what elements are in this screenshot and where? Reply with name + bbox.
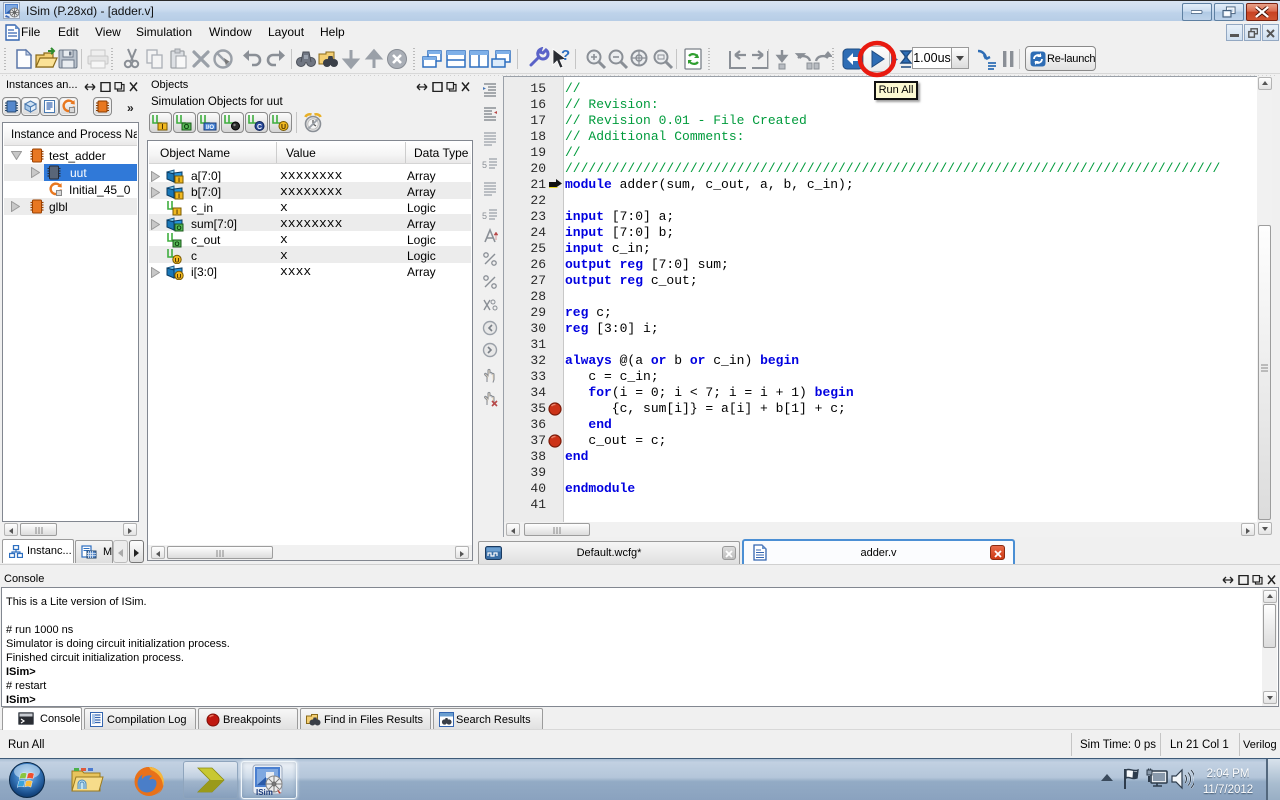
- svg-text:U: U: [281, 124, 286, 131]
- svg-text:U: U: [175, 258, 180, 265]
- svg-text:I: I: [178, 193, 180, 200]
- svg-text:C: C: [257, 124, 262, 131]
- svg-text:U: U: [177, 274, 182, 281]
- svg-text:?: ?: [561, 47, 570, 64]
- svg-text:5: 5: [482, 211, 487, 221]
- svg-text:I: I: [162, 124, 164, 131]
- svg-text:I/O: I/O: [206, 125, 214, 131]
- svg-text:5: 5: [482, 160, 487, 170]
- svg-text:I: I: [178, 177, 180, 184]
- svg-text:O: O: [176, 225, 181, 232]
- svg-text:I: I: [176, 209, 178, 216]
- svg-text:O: O: [184, 124, 190, 131]
- svg-text:O: O: [174, 241, 179, 248]
- svg-text:ISim: ISim: [256, 788, 273, 797]
